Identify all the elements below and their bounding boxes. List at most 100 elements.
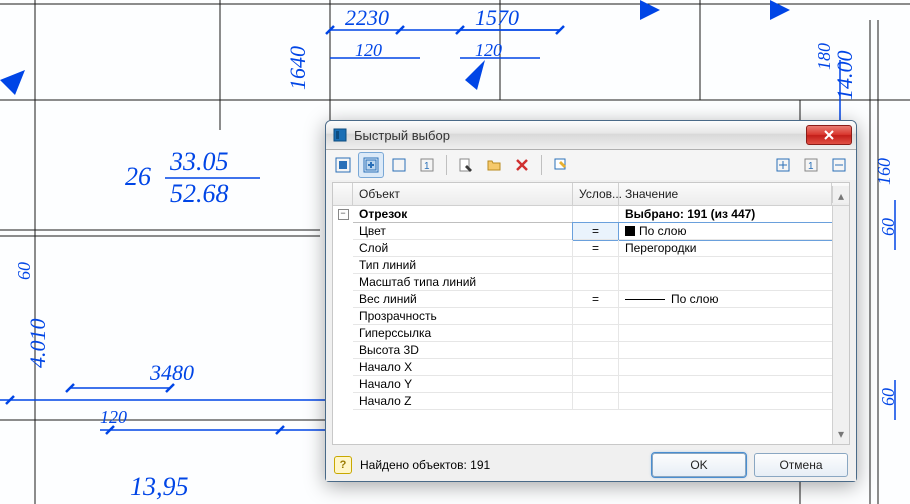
dim-2230: 2230 (345, 5, 389, 30)
prop-startx-cond[interactable] (573, 359, 619, 376)
tool-pick[interactable] (453, 152, 479, 178)
prop-lweight-value[interactable]: По слою (619, 291, 832, 308)
row-height3d[interactable]: Высота 3D (333, 342, 832, 359)
prop-transp-value[interactable] (619, 308, 832, 325)
svg-text:1: 1 (808, 161, 814, 172)
tool-remove-from-set[interactable] (386, 152, 412, 178)
prop-color-value[interactable]: По слою (619, 223, 832, 240)
svg-text:1: 1 (424, 161, 430, 172)
prop-ltype-cond[interactable] (573, 257, 619, 274)
group-summary: Выбрано: 191 (из 447) (619, 206, 832, 223)
ok-button[interactable]: OK (652, 453, 746, 477)
row-hyperlink[interactable]: Гиперссылка (333, 325, 832, 342)
app-icon (332, 127, 348, 143)
row-linetype[interactable]: Тип линий (333, 257, 832, 274)
row-starty[interactable]: Начало Y (333, 376, 832, 393)
dim-1400: 14.00 (832, 51, 857, 101)
dim-3305: 33.05 (169, 147, 229, 176)
tool-collapse-minus[interactable] (826, 152, 852, 178)
dim-3480: 3480 (149, 360, 194, 385)
dim-60b: 60 (878, 388, 898, 406)
tool-select-all[interactable] (330, 152, 356, 178)
prop-startx-label: Начало X (353, 359, 573, 376)
prop-starty-cond[interactable] (573, 376, 619, 393)
row-ltscale[interactable]: Масштаб типа линий (333, 274, 832, 291)
status-text: Найдено объектов: 191 (360, 458, 490, 472)
toolbar: 1 1 (326, 150, 856, 180)
dialog-title: Быстрый выбор (354, 128, 450, 143)
group-label: Отрезок (353, 206, 573, 223)
group-row-line[interactable]: − Отрезок Выбрано: 191 (из 447) (333, 206, 832, 223)
row-startx[interactable]: Начало X (333, 359, 832, 376)
prop-lweight-cond[interactable]: = (573, 291, 619, 308)
col-condition[interactable]: Услов... (573, 183, 619, 205)
tool-list-1[interactable]: 1 (414, 152, 440, 178)
property-grid: Объект Услов... Значение ▴ − Отрезок Выб… (332, 182, 850, 445)
dim-60a: 60 (878, 218, 898, 236)
dim-1395: 13,95 (130, 472, 189, 501)
prop-layer-label: Слой (353, 240, 573, 257)
cancel-button[interactable]: Отмена (754, 453, 848, 477)
prop-hyper-cond[interactable] (573, 325, 619, 342)
color-swatch-icon (625, 226, 635, 236)
help-icon[interactable]: ? (334, 456, 352, 474)
prop-color-cond[interactable]: = (573, 223, 619, 240)
prop-transp-label: Прозрачность (353, 308, 573, 325)
row-layer[interactable]: Слой = Перегородки (333, 240, 832, 257)
dim-5268: 52.68 (170, 179, 229, 208)
dim-1570: 1570 (475, 5, 519, 30)
row-transparency[interactable]: Прозрачность (333, 308, 832, 325)
col-object[interactable]: Объект (353, 183, 573, 205)
prop-layer-cond[interactable]: = (573, 240, 619, 257)
quick-select-dialog: Быстрый выбор 1 1 Объект Услов... Значен… (325, 120, 857, 482)
statusbar: ? Найдено объектов: 191 OK Отмена (326, 449, 856, 481)
dim-26: 26 (125, 162, 151, 191)
row-lineweight[interactable]: Вес линий = По слою (333, 291, 832, 308)
prop-starty-label: Начало Y (353, 376, 573, 393)
close-icon (824, 130, 834, 140)
dim-180: 180 (814, 43, 834, 70)
prop-color-label: Цвет (353, 223, 573, 240)
dim-120a: 120 (355, 40, 382, 60)
row-startz[interactable]: Начало Z (333, 393, 832, 410)
prop-h3d-label: Высота 3D (353, 342, 573, 359)
prop-hyper-value[interactable] (619, 325, 832, 342)
prop-lscale-label: Масштаб типа линий (353, 274, 573, 291)
scroll-up-icon[interactable]: ▴ (832, 186, 849, 203)
tool-open[interactable] (481, 152, 507, 178)
titlebar[interactable]: Быстрый выбор (326, 121, 856, 150)
line-sample-icon (625, 299, 665, 300)
prop-h3d-cond[interactable] (573, 342, 619, 359)
prop-startz-label: Начало Z (353, 393, 573, 410)
prop-lscale-value[interactable] (619, 274, 832, 291)
tool-expand-plus[interactable] (770, 152, 796, 178)
prop-ltype-value[interactable] (619, 257, 832, 274)
prop-startz-cond[interactable] (573, 393, 619, 410)
row-color[interactable]: Цвет = По слою (333, 223, 832, 240)
prop-lscale-cond[interactable] (573, 274, 619, 291)
dim-120c: 120 (100, 407, 127, 427)
folder-icon (486, 157, 502, 173)
edit-icon (553, 157, 569, 173)
tool-list-1b[interactable]: 1 (798, 152, 824, 178)
prop-lweight-label: Вес линий (353, 291, 573, 308)
tool-add-to-set[interactable] (358, 152, 384, 178)
prop-layer-value[interactable]: Перегородки (619, 240, 832, 257)
prop-startz-value[interactable] (619, 393, 832, 410)
x-icon (515, 158, 529, 172)
prop-startx-value[interactable] (619, 359, 832, 376)
dim-1640: 1640 (285, 46, 310, 90)
dim-4010: 4.010 (25, 319, 50, 369)
prop-hyper-label: Гиперссылка (353, 325, 573, 342)
collapse-icon[interactable]: − (338, 209, 349, 220)
dim-160: 160 (874, 158, 894, 185)
prop-h3d-value[interactable] (619, 342, 832, 359)
close-button[interactable] (806, 125, 852, 145)
prop-starty-value[interactable] (619, 376, 832, 393)
tool-delete[interactable] (509, 152, 535, 178)
col-value[interactable]: Значение (619, 183, 832, 205)
tool-edit[interactable] (548, 152, 574, 178)
grid-header: Объект Услов... Значение ▴ (333, 183, 849, 206)
prop-transp-cond[interactable] (573, 308, 619, 325)
scroll-down-icon[interactable]: ▾ (832, 206, 849, 444)
